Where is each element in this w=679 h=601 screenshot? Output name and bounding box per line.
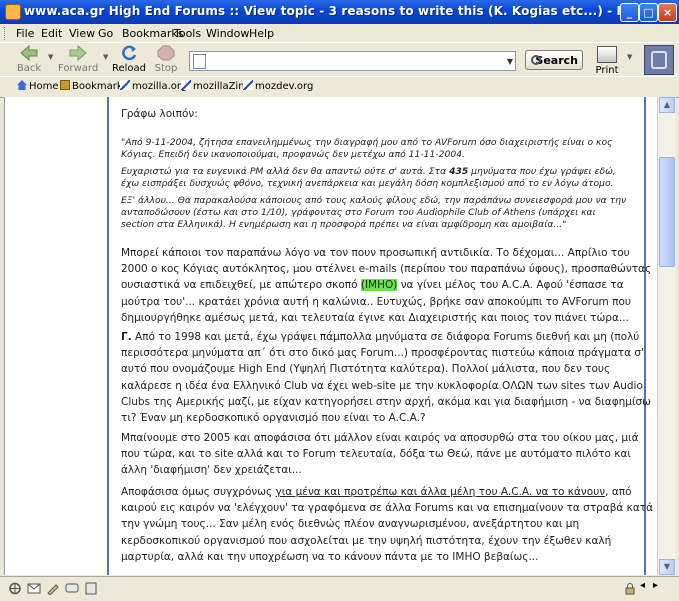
menu-view[interactable]: View	[69, 27, 95, 40]
menu-go[interactable]: Go	[98, 27, 113, 40]
reload-button[interactable]: Reload	[109, 44, 149, 76]
paragraph-1: Μπορεί κάποιοι τον παραπάνω λόγο να τον …	[121, 247, 652, 324]
personal-toolbar: Home Bookmarks mozilla.org mozillaZine m…	[0, 76, 679, 98]
chat-icon[interactable]	[65, 582, 79, 595]
bookmark-link-icon	[120, 80, 130, 90]
printer-icon	[597, 46, 617, 63]
security-lock-icon	[625, 583, 635, 595]
underlined-text: για μένα και προτρέπω και άλλα μέλη του …	[275, 486, 606, 498]
forward-arrow-icon	[69, 45, 87, 61]
navigation-toolbar: Back ▼ Forward ▼ Reload Stop ▼ Search Pr…	[0, 42, 679, 77]
minimize-button[interactable]: _	[620, 3, 639, 22]
back-label: Back	[16, 63, 42, 74]
menu-edit[interactable]: Edit	[41, 27, 62, 40]
toolbar-grip[interactable]	[4, 27, 8, 40]
back-dropdown-icon[interactable]: ▼	[48, 53, 53, 61]
status-bar: ◂ ▸	[0, 576, 679, 601]
composer-icon[interactable]	[46, 582, 60, 595]
maximize-button[interactable]: □	[639, 3, 658, 22]
bookmark-mozilla-org[interactable]: mozilla.org	[120, 80, 187, 92]
menu-help[interactable]: Help	[249, 27, 274, 40]
close-button[interactable]: ×	[658, 3, 677, 22]
back-arrow-icon	[20, 45, 38, 61]
mozilla-throbber-icon[interactable]	[644, 45, 674, 75]
bookmarks-icon	[60, 80, 70, 90]
scroll-right-icon[interactable]: ▸	[653, 580, 658, 591]
vertical-scrollbar[interactable]: ▲ ▼	[657, 97, 676, 575]
forward-button[interactable]: Forward	[58, 44, 98, 76]
mozilla-app-icon	[5, 4, 21, 20]
menu-file[interactable]: File	[16, 27, 34, 40]
bookmark-mozillazine[interactable]: mozillaZine	[181, 80, 251, 92]
forward-label: Forward	[58, 63, 99, 74]
scroll-left-icon[interactable]: ◂	[640, 580, 645, 591]
status-scroll-arrows[interactable]: ◂ ▸	[640, 580, 676, 597]
scrollbar-thumb[interactable]	[659, 157, 675, 267]
print-button[interactable]: Print	[593, 45, 621, 77]
page-icon	[193, 54, 206, 69]
paragraph-3: Μπαίνουμε στο 2005 και αποφάσισα ότι μάλ…	[121, 432, 639, 477]
forward-dropdown-icon[interactable]: ▼	[103, 53, 108, 61]
left-border-line	[107, 97, 109, 575]
quote-paragraph-3: ΕΞ' άλλου... Θα παρακαλούσα κάποιους από…	[121, 195, 627, 230]
menu-tools[interactable]: Tools	[174, 27, 201, 40]
addressbook-icon[interactable]	[84, 582, 98, 595]
stop-button[interactable]: Stop	[146, 44, 186, 76]
navigator-icon[interactable]	[8, 582, 22, 595]
search-button[interactable]: Search	[525, 50, 583, 70]
page-content[interactable]: Γράφω λοιπόν: "Από 9-11-2004, ζήτησα επα…	[4, 97, 658, 575]
scroll-down-icon[interactable]: ▼	[659, 559, 675, 575]
bookmark-bookmarks[interactable]: Bookmarks	[60, 80, 128, 92]
print-dropdown-icon[interactable]: ▼	[627, 53, 632, 61]
paragraph-4: Αποφάσισα όμως συγχρόνως για μένα και πρ…	[121, 486, 654, 563]
bookmark-link-icon	[243, 80, 253, 90]
window-title: www.aca.gr High End Forums :: View topic…	[24, 4, 665, 18]
home-icon	[17, 80, 27, 90]
quote-paragraph-1: "Από 9-11-2004, ζήτησα επανειλημμένως τη…	[121, 137, 613, 160]
menu-bar: File Edit View Go Bookmarks Tools Window…	[0, 24, 679, 42]
scroll-up-icon[interactable]: ▲	[659, 97, 675, 113]
stop-icon	[157, 45, 175, 61]
url-bar[interactable]: ▼	[189, 51, 516, 71]
message-count: 435	[449, 166, 469, 177]
reload-label: Reload	[111, 63, 147, 74]
back-button[interactable]: Back	[9, 44, 49, 76]
bookmark-mozdev-org[interactable]: mozdev.org	[243, 80, 313, 92]
search-icon	[531, 55, 541, 65]
menu-window[interactable]: Window	[206, 27, 249, 40]
print-label: Print	[595, 65, 619, 76]
quote-paragraph-2: Ευχαριστώ για τα ευγενικά PM αλλά δεν θα…	[121, 166, 616, 189]
mail-icon[interactable]	[27, 582, 41, 595]
url-dropdown-icon[interactable]: ▼	[507, 57, 513, 66]
paragraph-2-lead: Γ.	[121, 331, 132, 343]
bookmark-home[interactable]: Home	[17, 80, 59, 92]
reload-icon	[122, 45, 137, 61]
imho-highlight: (ΙΜΗΟ)	[360, 279, 398, 292]
stop-label: Stop	[154, 63, 178, 74]
search-label: Search	[535, 54, 578, 67]
title-bar[interactable]: www.aca.gr High End Forums :: View topic…	[0, 0, 679, 24]
bookmark-link-icon	[181, 80, 191, 90]
post-intro: Γράφω λοιπόν:	[121, 108, 198, 120]
paragraph-2: Γ. Από το 1998 και μετά, έχω γράψει πάμπ…	[121, 331, 651, 425]
